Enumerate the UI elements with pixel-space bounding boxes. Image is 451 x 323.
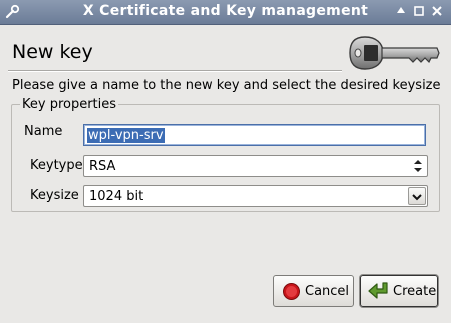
shade-up-icon[interactable] xyxy=(394,4,408,18)
stop-icon xyxy=(283,283,300,300)
keysize-value: 1024 bit xyxy=(89,189,144,204)
key-properties-label: Key properties xyxy=(20,97,119,112)
close-icon[interactable] xyxy=(430,4,444,18)
create-button[interactable]: Create xyxy=(360,275,438,307)
name-input[interactable]: wpl-vpn-srv xyxy=(83,124,426,146)
key-icon xyxy=(349,36,440,70)
keysize-select[interactable]: 1024 bit xyxy=(83,185,428,207)
name-input-value: wpl-vpn-srv xyxy=(87,128,165,143)
return-arrow-icon xyxy=(368,282,388,299)
keytype-select[interactable]: RSA xyxy=(83,155,428,177)
description-text: Please give a name to the new key and se… xyxy=(12,78,441,93)
keysize-label: Keysize xyxy=(30,188,79,203)
header-separator xyxy=(8,70,342,72)
page-title: New key xyxy=(12,41,93,63)
window-title: X Certificate and Key management xyxy=(82,3,369,19)
keytype-label: Keytype xyxy=(30,158,83,173)
name-label: Name xyxy=(24,124,63,139)
keysize-dropdown-button[interactable] xyxy=(408,187,426,205)
keytype-value: RSA xyxy=(89,159,116,174)
create-label: Create xyxy=(393,284,437,299)
cancel-button[interactable]: Cancel xyxy=(273,275,354,307)
dialog-window: X Certificate and Key management New key… xyxy=(0,0,451,323)
cancel-label: Cancel xyxy=(305,284,350,299)
maximize-icon[interactable] xyxy=(412,4,426,18)
title-bar[interactable]: X Certificate and Key management xyxy=(0,0,451,25)
up-down-arrows-icon xyxy=(414,160,422,172)
chevron-down-icon xyxy=(412,194,422,201)
